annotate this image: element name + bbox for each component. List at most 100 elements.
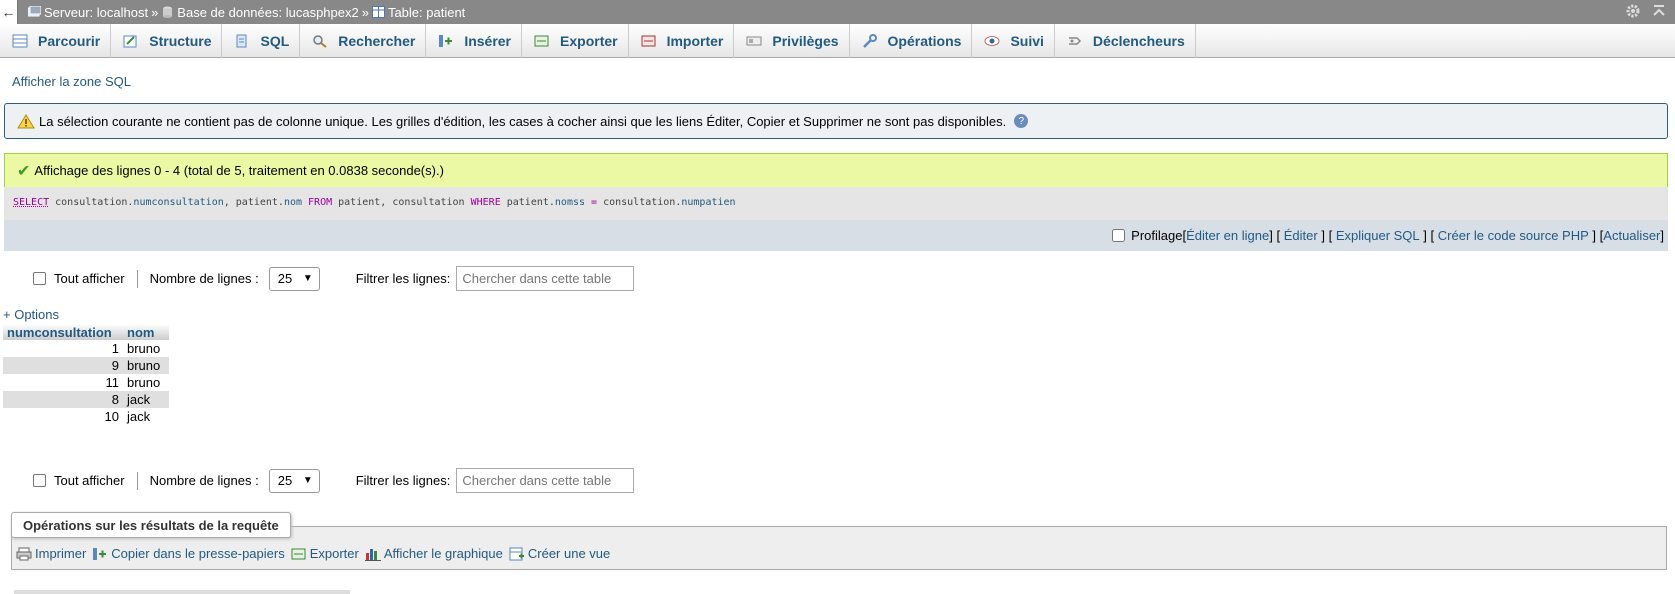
sql-icon	[236, 34, 247, 48]
footer-divider	[14, 590, 350, 594]
cell-nom: jack	[123, 391, 169, 408]
sql-text: consultation.	[603, 197, 682, 208]
tab-browse[interactable]: Parcourir	[0, 24, 112, 58]
breadcrumb-separator: »	[151, 4, 159, 20]
tracking-icon	[984, 36, 1000, 46]
tab-label: Exporter	[560, 33, 618, 49]
tab-export[interactable]: Exporter	[522, 24, 629, 58]
edit-inline-link[interactable]: Éditer en ligne	[1186, 228, 1269, 243]
bracket: ]	[1269, 228, 1273, 243]
tab-operations[interactable]: Opérations	[850, 24, 973, 58]
refresh-link[interactable]: Actualiser	[1603, 228, 1660, 243]
tab-import[interactable]: Importer	[629, 24, 735, 58]
tab-label: Privilèges	[772, 33, 839, 49]
table-row: 9 bruno	[3, 357, 169, 374]
chevron-down-icon: ▼	[302, 475, 313, 486]
sql-keyword: WHERE	[470, 197, 501, 208]
bracket: [	[1328, 228, 1333, 243]
print-label: Imprimer	[35, 546, 87, 561]
copy-clipboard-action[interactable]: Copier dans le presse-papiers	[92, 546, 285, 561]
cell-numconsultation: 1	[3, 340, 123, 357]
warning-text: La sélection courante ne contient pas de…	[39, 113, 1007, 129]
privileges-icon	[746, 36, 762, 46]
copy-icon	[93, 547, 107, 560]
rows-select[interactable]: 25 ▼	[268, 468, 320, 493]
tab-label: Parcourir	[38, 33, 101, 49]
filter-input[interactable]: Chercher dans cette table	[456, 266, 635, 291]
tab-tracking[interactable]: Suivi	[972, 24, 1055, 58]
tab-insert[interactable]: Insérer	[426, 24, 523, 58]
operations-actions: Imprimer Copier dans le presse-papiers E…	[16, 546, 616, 561]
show-all-label: Tout afficher	[54, 271, 125, 286]
sql-keyword: FROM	[302, 197, 333, 208]
sql-column: nomss	[554, 197, 586, 208]
show-chart-action[interactable]: Afficher le graphique	[364, 546, 503, 561]
tab-structure[interactable]: Structure	[111, 24, 223, 58]
table-row: 1 bruno	[3, 340, 169, 357]
server-breadcrumb-bar: ← Serveur: localhost » Base de données: …	[0, 0, 1675, 24]
create-view-action[interactable]: Créer une vue	[509, 546, 610, 561]
filter-label: Filtrer les lignes:	[355, 271, 451, 286]
warning-notice: La sélection courante ne contient pas de…	[4, 103, 1668, 139]
sql-operator: =	[585, 197, 604, 208]
table-row: 10 jack	[3, 408, 169, 425]
divider	[136, 269, 138, 288]
rows-label: Nombre de lignes :	[149, 473, 259, 488]
filter-label: Filtrer les lignes:	[355, 473, 451, 488]
tab-label: Structure	[149, 33, 212, 49]
operations-icon	[862, 34, 877, 48]
tab-triggers[interactable]: Déclencheurs	[1055, 24, 1196, 58]
table-icon	[371, 6, 385, 18]
bracket: ]	[1660, 228, 1664, 243]
cell-nom: bruno	[123, 340, 169, 357]
export-action[interactable]: Exporter	[291, 546, 359, 561]
tab-search[interactable]: Rechercher	[300, 24, 427, 58]
breadcrumb-table[interactable]: Table: patient	[388, 5, 465, 20]
column-header-nom[interactable]: nom	[123, 324, 169, 340]
sql-keyword[interactable]: SELECT	[13, 197, 49, 208]
navigation-row-top: Tout afficher Nombre de lignes : 25 ▼ Fil…	[33, 266, 635, 291]
search-icon	[313, 35, 327, 48]
rows-select-value: 25	[277, 271, 293, 286]
tab-bar: Parcourir Structure SQL Rechercher Insér…	[0, 24, 1675, 58]
show-chart-label: Afficher le graphique	[383, 546, 503, 561]
table-header-row: numconsultation nom	[3, 324, 169, 340]
query-toolbar: Profilage [Éditer en ligne] [ Éditer ] […	[4, 220, 1668, 251]
copy-clipboard-label: Copier dans le presse-papiers	[111, 546, 285, 561]
cell-numconsultation: 8	[3, 391, 123, 408]
create-php-code-link[interactable]: Créer le code source PHP	[1438, 228, 1589, 243]
filter-placeholder: Chercher dans cette table	[462, 473, 612, 488]
filter-input[interactable]: Chercher dans cette table	[456, 468, 635, 493]
server-icon	[28, 6, 41, 17]
tab-label: Importer	[666, 33, 724, 49]
tab-privileges[interactable]: Privilèges	[734, 24, 850, 58]
collapse-icon[interactable]	[1651, 3, 1667, 19]
sql-text: patient, consultation	[332, 197, 471, 208]
settings-gear-icon[interactable]	[1625, 3, 1641, 19]
export-icon	[291, 548, 306, 559]
show-all-checkbox[interactable]	[33, 474, 46, 487]
navigation-row-bottom: Tout afficher Nombre de lignes : 25 ▼ Fil…	[33, 468, 635, 493]
cell-nom: bruno	[123, 357, 169, 374]
warning-icon	[17, 113, 35, 128]
column-header-numconsultation[interactable]: numconsultation	[3, 324, 123, 340]
show-sql-zone-link[interactable]: Afficher la zone SQL	[12, 74, 131, 89]
help-icon[interactable]: ?	[1014, 114, 1029, 128]
breadcrumb-server[interactable]: Serveur: localhost	[44, 5, 148, 20]
explain-sql-link[interactable]: Expliquer SQL	[1336, 228, 1420, 243]
sql-text: , patient.	[223, 197, 284, 208]
profiling-checkbox[interactable]	[1112, 229, 1126, 242]
breadcrumb-database[interactable]: Base de données: lucasphpex2	[177, 5, 358, 20]
back-arrow-icon[interactable]: ←	[0, 0, 18, 24]
profiling-label: Profilage	[1131, 228, 1183, 243]
tab-sql[interactable]: SQL	[222, 24, 301, 58]
show-all-label: Tout afficher	[54, 473, 125, 488]
show-all-checkbox[interactable]	[33, 272, 46, 285]
rows-select[interactable]: 25 ▼	[268, 266, 320, 291]
tab-label: Insérer	[464, 33, 512, 49]
print-action[interactable]: Imprimer	[16, 546, 86, 561]
cell-numconsultation: 9	[3, 357, 123, 374]
edit-link[interactable]: Éditer	[1284, 228, 1318, 243]
options-toggle-link[interactable]: + Options	[3, 307, 59, 322]
sql-column: numpatien	[681, 197, 736, 208]
